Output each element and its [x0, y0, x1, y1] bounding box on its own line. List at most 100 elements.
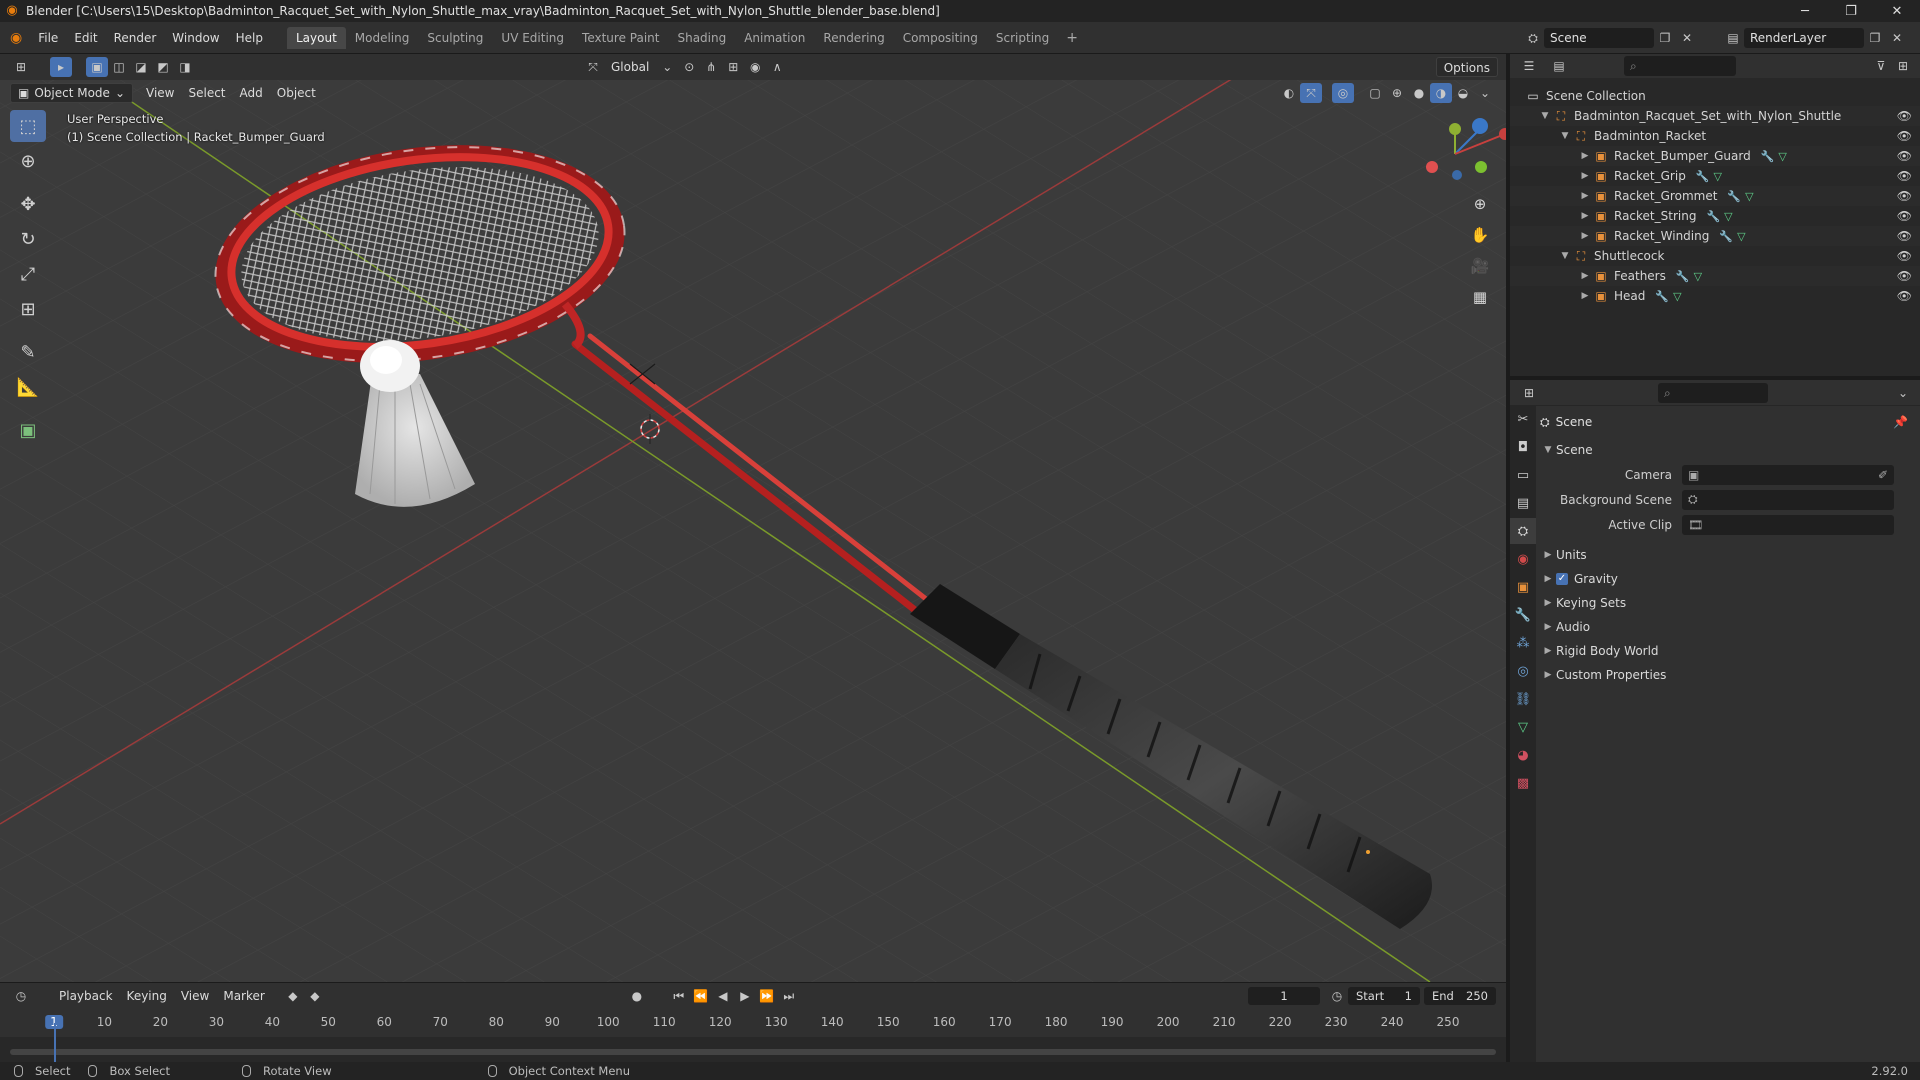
select-mode-extend-icon[interactable]: ◫	[108, 57, 130, 77]
output-tab-icon[interactable]: ▭	[1510, 462, 1536, 488]
constraints-tab-icon[interactable]: ⛓	[1510, 686, 1536, 712]
move-tool-icon[interactable]: ✥	[10, 188, 46, 220]
keying-sets-panel-header[interactable]: ▶ Keying Sets	[1540, 591, 1920, 615]
visibility-eye-icon[interactable]: 👁	[1897, 149, 1912, 163]
render-tab-icon[interactable]: ◘	[1510, 434, 1536, 460]
mesh-data-icon[interactable]: ▽	[1673, 290, 1681, 303]
duplicate-scene-icon[interactable]: ❐	[1654, 28, 1676, 48]
falloff-icon[interactable]: ∧	[766, 57, 788, 77]
visibility-eye-icon[interactable]: 👁	[1897, 269, 1912, 283]
play-reverse-icon[interactable]: ◀	[712, 986, 734, 1006]
properties-search-input[interactable]: ⌕	[1658, 382, 1768, 403]
mesh-data-icon[interactable]: ▽	[1737, 230, 1745, 243]
background-scene-field[interactable]: ⛭	[1682, 489, 1894, 510]
audio-panel-header[interactable]: ▶ Audio	[1540, 615, 1920, 639]
scene-name-field[interactable]: Scene	[1544, 28, 1654, 48]
timeline-scrollbar[interactable]	[10, 1049, 1496, 1055]
pan-hand-icon[interactable]: ✋	[1466, 221, 1494, 249]
shading-solid-icon[interactable]: ●	[1408, 83, 1430, 103]
scene-tab-icon[interactable]: ⛭	[1510, 518, 1536, 544]
timeline-menu-keying[interactable]: Keying	[120, 986, 174, 1006]
outliner-item-racket-string[interactable]: ▶ ▣ Racket_String 🔧 ▽ 👁	[1510, 206, 1920, 226]
chevron-down-icon[interactable]: ⌄	[1892, 383, 1914, 403]
object-mode-dropdown[interactable]: ▣ Object Mode ⌄	[10, 83, 133, 103]
modifier-icon[interactable]: 🔧	[1676, 270, 1690, 283]
outliner-item-shuttlecock[interactable]: ▼ ⛶ Shuttlecock 👁	[1510, 246, 1920, 266]
rotate-tool-icon[interactable]: ↻	[10, 223, 46, 255]
new-collection-icon[interactable]: ⊞	[1892, 56, 1914, 76]
remove-scene-icon[interactable]: ✕	[1676, 28, 1698, 48]
tab-rendering[interactable]: Rendering	[814, 27, 893, 49]
visibility-eye-icon[interactable]: 👁	[1897, 169, 1912, 183]
pivot-point-icon[interactable]: ⊙	[678, 57, 700, 77]
modifier-icon[interactable]: 🔧	[1719, 230, 1733, 243]
annotate-tool-icon[interactable]: ✎	[10, 336, 46, 368]
view-layer-tab-icon[interactable]: ▤	[1510, 490, 1536, 516]
viewport-scene[interactable]	[0, 54, 1506, 982]
chevron-down-icon[interactable]: ▼	[1538, 111, 1552, 121]
snap-target-icon[interactable]: ⊞	[722, 57, 744, 77]
viewport-menu-object[interactable]: Object	[270, 83, 323, 103]
3d-viewport[interactable]	[0, 54, 1506, 982]
proportional-edit-icon[interactable]: ◉	[744, 57, 766, 77]
visibility-eye-icon[interactable]: 👁	[1897, 189, 1912, 203]
visibility-eye-icon[interactable]: 👁	[1897, 289, 1912, 303]
blender-menu-icon[interactable]: ◉	[0, 28, 30, 48]
zoom-icon[interactable]: ⊕	[1466, 190, 1494, 218]
tab-texture-paint[interactable]: Texture Paint	[573, 27, 668, 49]
jump-next-keyframe-icon[interactable]: ⏩	[756, 986, 778, 1006]
menu-file[interactable]: File	[30, 28, 66, 48]
visibility-eye-icon[interactable]: 👁	[1897, 209, 1912, 223]
shading-rendered-icon[interactable]: ◒	[1452, 83, 1474, 103]
modifier-icon[interactable]: 🔧	[1727, 190, 1741, 203]
viewport-menu-add[interactable]: Add	[233, 83, 270, 103]
overlay-icon[interactable]: ◎	[1332, 83, 1354, 103]
tool-tab-icon[interactable]: ✂	[1510, 406, 1536, 432]
outliner-item-racket-bumper-guard[interactable]: ▶ ▣ Racket_Bumper_Guard 🔧 ▽ 👁	[1510, 146, 1920, 166]
pin-icon[interactable]: 📌	[1893, 415, 1908, 429]
tab-animation[interactable]: Animation	[735, 27, 814, 49]
menu-window[interactable]: Window	[164, 28, 227, 48]
gravity-panel-header[interactable]: ▶ ✓ Gravity	[1540, 567, 1920, 591]
chevron-down-icon[interactable]: ▼	[1558, 131, 1572, 141]
texture-tab-icon[interactable]: ▩	[1510, 770, 1536, 796]
timeline-ruler[interactable]: 1 10 20 30 40 50 60 70 80 90 100 110 120 130 140 150 160…	[0, 1009, 1506, 1037]
render-layer-field[interactable]: RenderLayer	[1744, 28, 1864, 48]
mesh-data-icon[interactable]: ▽	[1745, 190, 1753, 203]
timeline-editor-type-icon[interactable]: ◷	[10, 986, 32, 1006]
tab-layout[interactable]: Layout	[286, 26, 346, 49]
camera-field[interactable]: ▣ ✐	[1682, 464, 1894, 485]
outliner-item-head[interactable]: ▶ ▣ Head 🔧 ▽ 👁	[1510, 286, 1920, 306]
timeline-menu-marker[interactable]: Marker	[216, 986, 271, 1006]
display-mode-icon[interactable]: ▤	[1548, 56, 1570, 76]
xray-icon[interactable]: ▢	[1364, 83, 1386, 103]
add-workspace-button[interactable]: +	[1058, 30, 1086, 46]
render-layer-selector[interactable]: ▤ RenderLayer ❐ ✕	[1722, 27, 1920, 49]
gizmo-icon[interactable]: ⤧	[1300, 83, 1322, 103]
tab-shading[interactable]: Shading	[668, 27, 735, 49]
timeline-menu-playback[interactable]: Playback	[52, 986, 120, 1006]
visibility-eye-icon[interactable]: 👁	[1897, 249, 1912, 263]
modifier-icon[interactable]: 🔧	[1696, 170, 1710, 183]
outliner-item-racket-grommet[interactable]: ▶ ▣ Racket_Grommet 🔧 ▽ 👁	[1510, 186, 1920, 206]
shading-options-icon[interactable]: ⌄	[1474, 83, 1496, 103]
gravity-checkbox[interactable]: ✓	[1556, 573, 1568, 585]
start-frame-field[interactable]: Start 1	[1348, 987, 1420, 1005]
editor-type-icon[interactable]: ⊞	[10, 57, 32, 77]
filter-icon[interactable]: ⊽	[1870, 56, 1892, 76]
custom-properties-panel-header[interactable]: ▶ Custom Properties	[1540, 663, 1920, 687]
rigid-body-world-panel-header[interactable]: ▶ Rigid Body World	[1540, 639, 1920, 663]
tab-modeling[interactable]: Modeling	[346, 27, 419, 49]
scene-panel-header[interactable]: ▼ Scene	[1540, 438, 1920, 462]
eyedropper-icon[interactable]: ✐	[1878, 468, 1888, 482]
maximize-button[interactable]: ❐	[1828, 0, 1874, 22]
outliner-item-racket-winding[interactable]: ▶ ▣ Racket_Winding 🔧 ▽ 👁	[1510, 226, 1920, 246]
shading-material-icon[interactable]: ◑	[1430, 83, 1452, 103]
close-button[interactable]: ✕	[1874, 0, 1920, 22]
physics-tab-icon[interactable]: ◎	[1510, 658, 1536, 684]
preview-range-icon[interactable]: ◷	[1326, 986, 1348, 1006]
chevron-right-icon[interactable]: ▶	[1578, 151, 1592, 161]
tab-compositing[interactable]: Compositing	[894, 27, 987, 49]
add-cube-tool-icon[interactable]: ▣	[10, 414, 46, 446]
select-mode-intersect-icon[interactable]: ◨	[174, 57, 196, 77]
